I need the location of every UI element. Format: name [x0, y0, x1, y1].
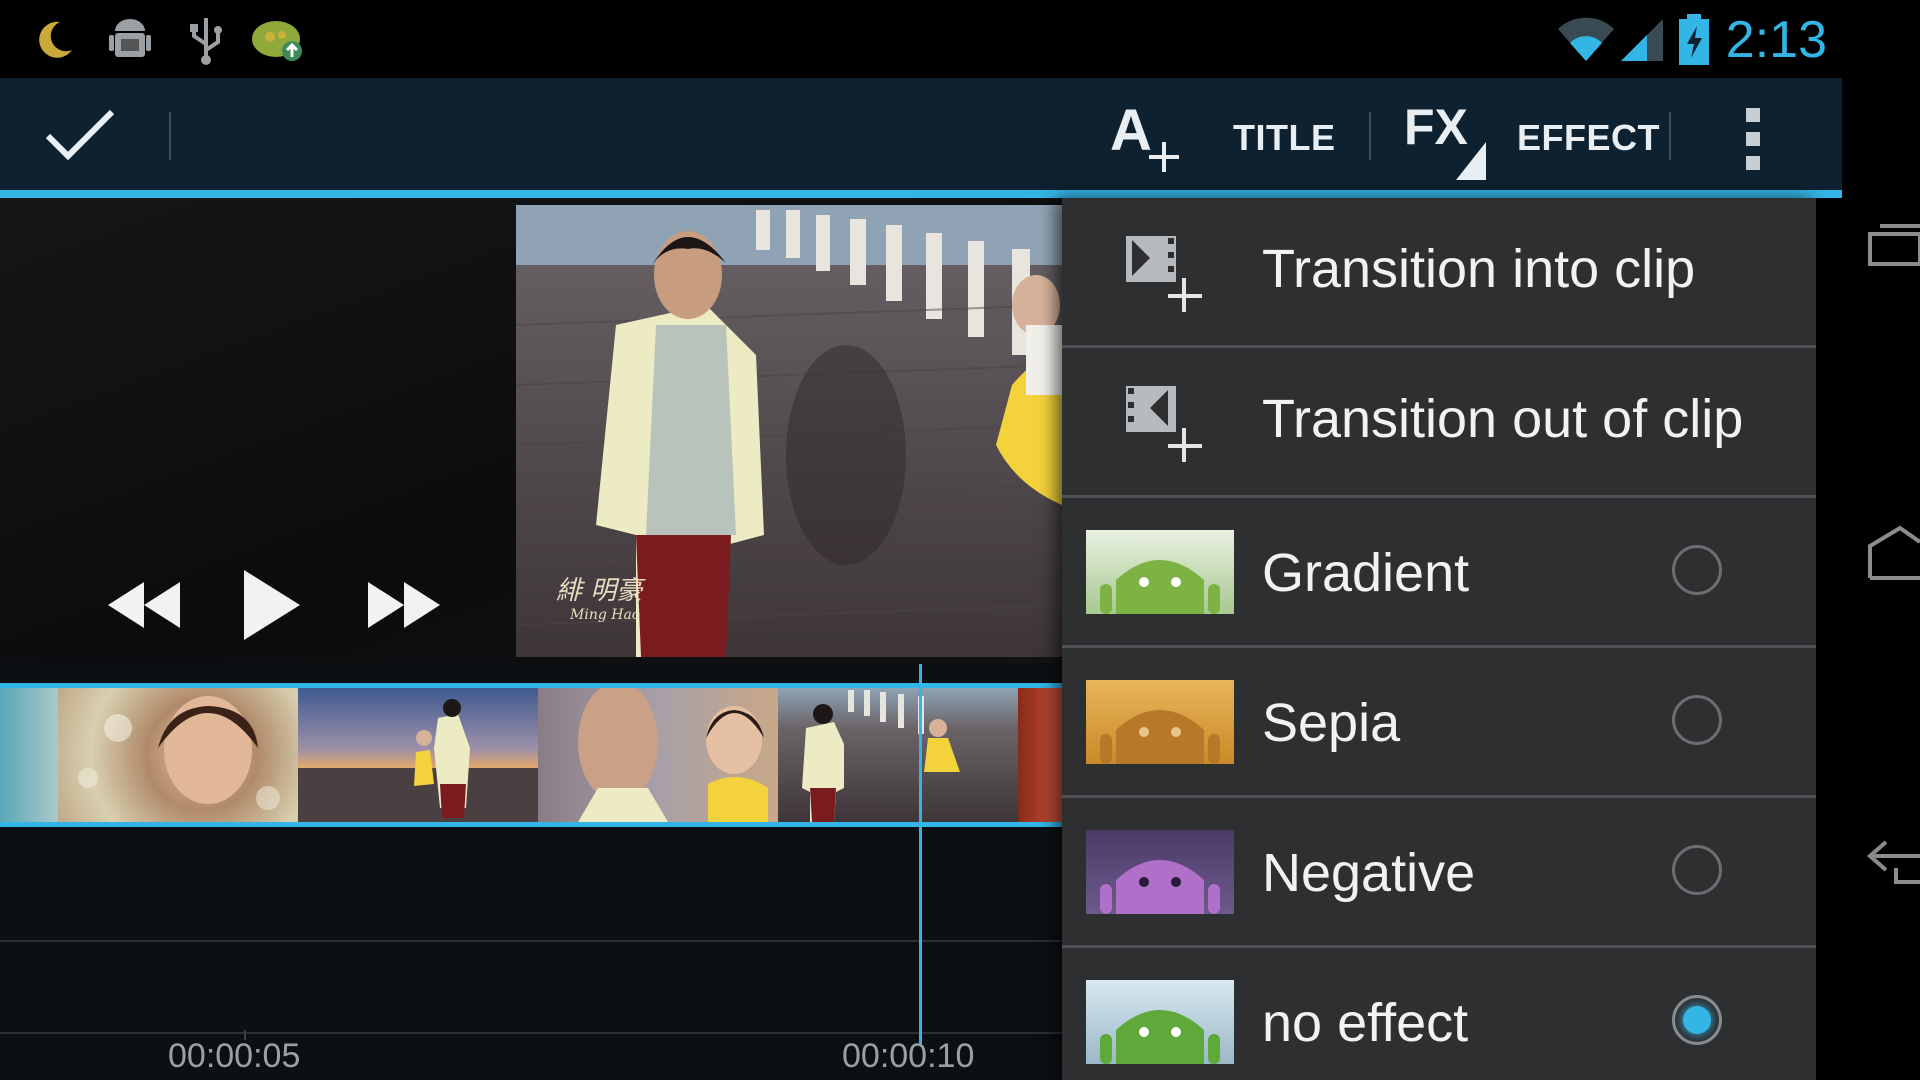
timecode-label: 00:00:10: [842, 1037, 975, 1075]
transition-out-icon: [1124, 384, 1204, 464]
home-icon[interactable]: [1866, 522, 1920, 582]
clip-thumbnail[interactable]: [538, 688, 778, 822]
clip-filmstrip[interactable]: [0, 683, 1062, 827]
navigation-bar: [1842, 78, 1920, 1080]
action-bar-divider: [1369, 112, 1371, 160]
title-button-label[interactable]: TITLE: [1233, 118, 1335, 158]
clip-thumbnail[interactable]: [0, 688, 58, 822]
timeline-track-line: [0, 940, 1062, 942]
negative-preview-thumbnail: [1086, 830, 1234, 914]
menu-item-label: Negative: [1262, 843, 1476, 903]
gradient-radio[interactable]: [1672, 545, 1722, 595]
timeline-ruler-line: [0, 1032, 1062, 1034]
menu-item-no-effect[interactable]: no effect: [1062, 948, 1816, 1080]
clip-thumbnail[interactable]: [298, 688, 538, 822]
menu-item-transition-in[interactable]: Transition into clip: [1062, 198, 1816, 348]
effect-dropdown-menu: Transition into clip Transition out of c…: [1062, 198, 1816, 1080]
svg-text:A: A: [1110, 98, 1152, 163]
transition-in-icon: [1124, 234, 1204, 314]
menu-item-negative[interactable]: Negative: [1062, 798, 1816, 948]
timecode-label: 00:00:05: [168, 1037, 301, 1075]
menu-item-gradient[interactable]: Gradient: [1062, 498, 1816, 648]
android-debug-icon: [100, 10, 160, 70]
clip-thumbnail[interactable]: [1018, 688, 1062, 822]
clock: 2:13: [1725, 11, 1827, 69]
watermark-subtext: Ming Hao: [570, 607, 641, 623]
checkmark-icon[interactable]: [40, 102, 120, 172]
play-icon[interactable]: [238, 566, 308, 644]
no-effect-radio[interactable]: [1672, 995, 1722, 1045]
timeline-playhead[interactable]: [919, 664, 922, 1044]
effect-button-label[interactable]: EFFECT: [1517, 118, 1660, 158]
no-effect-preview-thumbnail: [1086, 980, 1234, 1064]
action-bar: A TITLE FX EFFECT: [0, 78, 1842, 190]
status-bar: 2:13: [0, 0, 1920, 78]
fast-forward-icon[interactable]: [360, 570, 450, 640]
action-bar-divider: [169, 112, 171, 160]
menu-item-label: Gradient: [1262, 543, 1470, 603]
clip-thumbnail[interactable]: [778, 688, 1018, 822]
gradient-preview-thumbnail: [1086, 530, 1234, 614]
watermark-text: 緋 明豪: [556, 576, 643, 606]
menu-item-sepia[interactable]: Sepia: [1062, 648, 1816, 798]
usb-icon: [176, 10, 236, 70]
add-title-icon[interactable]: A: [1106, 96, 1186, 176]
action-bar-divider: [1669, 112, 1671, 160]
sepia-radio[interactable]: [1672, 695, 1722, 745]
recent-apps-icon[interactable]: [1866, 218, 1920, 278]
menu-item-label: no effect: [1262, 993, 1469, 1053]
moon-icon: [24, 10, 84, 70]
negative-radio[interactable]: [1672, 845, 1722, 895]
back-icon[interactable]: [1866, 828, 1920, 888]
menu-item-label: Transition into clip: [1262, 239, 1696, 299]
video-preview-frame[interactable]: 緋 明豪 Ming Hao: [516, 205, 1062, 657]
wifi-icon: [1556, 10, 1616, 70]
overflow-menu-icon[interactable]: [1744, 104, 1764, 174]
svg-text:FX: FX: [1404, 99, 1468, 155]
fx-icon[interactable]: FX: [1400, 96, 1490, 186]
signal-icon: [1612, 10, 1672, 70]
battery-charging-icon: [1664, 10, 1724, 70]
menu-item-label: Transition out of clip: [1262, 389, 1744, 449]
app-update-icon: [248, 10, 308, 70]
sepia-preview-thumbnail: [1086, 680, 1234, 764]
rewind-icon[interactable]: [100, 570, 190, 640]
action-bar-accent-line: [0, 190, 1842, 198]
menu-item-transition-out[interactable]: Transition out of clip: [1062, 348, 1816, 498]
menu-item-label: Sepia: [1262, 693, 1401, 753]
clip-thumbnail[interactable]: [58, 688, 298, 822]
